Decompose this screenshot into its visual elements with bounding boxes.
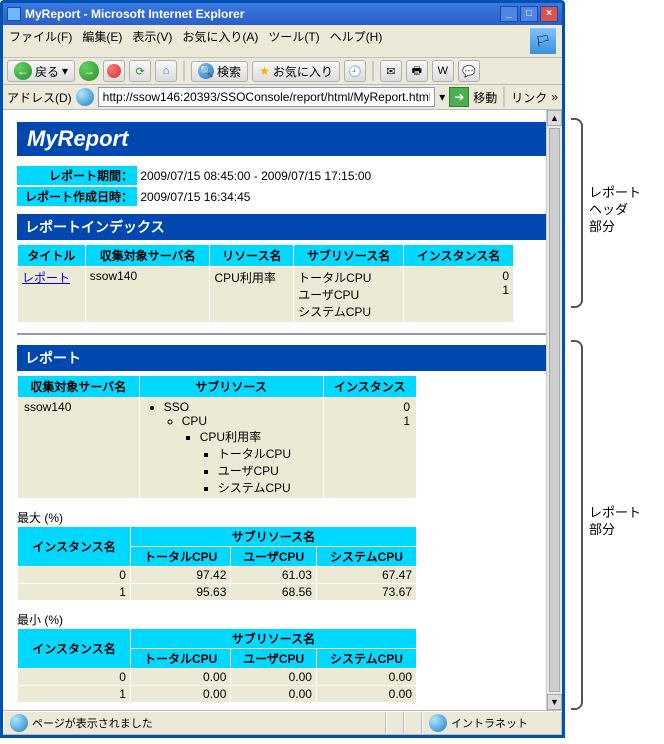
table-row: 195.6368.5673.67 (18, 584, 417, 601)
zone-icon (429, 714, 447, 732)
go-button[interactable]: ➔ (449, 87, 469, 107)
annotations: レポート ヘッダ 部分 レポート 部分 (565, 0, 655, 738)
address-input[interactable] (98, 87, 436, 107)
idx-h-title: タイトル (18, 245, 86, 267)
menu-favorites[interactable]: お気に入り(A) (182, 28, 258, 54)
discuss-button[interactable]: 💬 (458, 60, 480, 82)
maximize-button[interactable]: □ (520, 6, 538, 22)
sub-tree: SSO CPU CPU利用率 トータルCPU ユーザCPU システムCPU (139, 398, 323, 499)
idx-h-subresource: サブリソース名 (294, 245, 404, 267)
scroll-down-icon[interactable]: ▼ (547, 694, 562, 710)
chevron-right-icon: » (551, 90, 558, 104)
history-button[interactable]: 🕘 (344, 60, 366, 82)
sub-server: ssow140 (18, 398, 140, 499)
links-label[interactable]: リンク (511, 89, 547, 106)
index-heading: レポートインデックス (17, 214, 548, 240)
statusbar: ページが表示されました イントラネット (3, 710, 562, 735)
idx-subresources: トータルCPU ユーザCPU システムCPU (294, 267, 404, 323)
status-page-icon (10, 714, 28, 732)
brace-body (571, 340, 583, 710)
period-label: レポート期間： (17, 166, 137, 185)
menu-edit[interactable]: 編集(E) (82, 28, 122, 54)
report-link[interactable]: レポート (22, 271, 70, 285)
separator (17, 333, 548, 335)
ie-icon (7, 7, 21, 21)
status-text: ページが表示されました (32, 715, 153, 731)
go-label[interactable]: 移動 (473, 89, 497, 106)
idx-h-instance: インスタンス名 (403, 245, 513, 267)
idx-server: ssow140 (85, 267, 210, 323)
idx-resource: CPU利用率 (210, 267, 294, 323)
idx-h-resource: リソース名 (210, 245, 294, 267)
stop-button[interactable] (103, 60, 125, 82)
menu-help[interactable]: ヘルプ(H) (330, 28, 383, 54)
home-button[interactable]: ⌂ (155, 60, 177, 82)
toolbar: ←戻る▾ → ⟳ ⌂ 🔍検索 ★お気に入り 🕘 ✉ 🖶 W 💬 (3, 58, 562, 85)
chevron-down-icon: ▾ (62, 64, 68, 78)
browser-window: MyReport - Microsoft Internet Explorer _… (0, 0, 565, 738)
star-icon: ★ (259, 64, 270, 78)
close-button[interactable]: × (540, 6, 558, 22)
minimize-button[interactable]: _ (500, 6, 518, 22)
table-row: レポート ssow140 CPU利用率 トータルCPU ユーザCPU システムC… (18, 267, 514, 323)
favorites-button[interactable]: ★お気に入り (252, 61, 340, 82)
vertical-scrollbar[interactable]: ▲ ▼ (546, 110, 562, 710)
table-row: ssow140 SSO CPU CPU利用率 トータルCPU ユーザCPU シス… (18, 398, 417, 499)
window-title: MyReport - Microsoft Internet Explorer (25, 7, 244, 21)
favorites-label: お気に入り (273, 63, 333, 80)
brace-header (571, 118, 583, 308)
mail-button[interactable]: ✉ (380, 60, 402, 82)
edit-button[interactable]: W (432, 60, 454, 82)
idx-instances: 0 1 (403, 267, 513, 323)
anno-body: レポート 部分 (589, 505, 641, 539)
titlebar: MyReport - Microsoft Internet Explorer _… (3, 3, 562, 25)
menubar: ファイル(F) 編集(E) 表示(V) お気に入り(A) ツール(T) ヘルプ(… (3, 25, 562, 58)
min-block: 最小 (%) インスタンス名サブリソース名 トータルCPUユーザCPUシステムC… (17, 611, 548, 703)
forward-button[interactable]: → (79, 61, 99, 81)
zone-text: イントラネット (451, 715, 528, 731)
content-area: MyReport レポート期間： 2009/07/15 08:45:00 - 2… (3, 110, 562, 710)
report-title: MyReport (17, 122, 548, 156)
menu-view[interactable]: 表示(V) (132, 28, 172, 54)
period-value: 2009/07/15 08:45:00 - 2009/07/15 17:15:0… (140, 169, 371, 183)
refresh-button[interactable]: ⟳ (129, 60, 151, 82)
menu-file[interactable]: ファイル(F) (9, 28, 72, 54)
report-heading: レポート (17, 345, 548, 371)
scroll-up-icon[interactable]: ▲ (547, 110, 562, 126)
ie-flag-icon: 🏳 (530, 28, 556, 54)
created-value: 2009/07/15 16:34:45 (140, 190, 250, 204)
anno-header: レポート ヘッダ 部分 (589, 185, 641, 236)
created-label: レポート作成日時： (17, 187, 137, 206)
chevron-down-icon[interactable]: ▾ (439, 90, 445, 104)
index-table: タイトル 収集対象サーバ名 リソース名 サブリソース名 インスタンス名 レポート… (17, 244, 514, 323)
table-row: 10.000.000.00 (18, 686, 417, 703)
table-row: 00.000.000.00 (18, 669, 417, 686)
page-icon (76, 88, 94, 106)
idx-h-server: 収集対象サーバ名 (85, 245, 210, 267)
max-block: 最大 (%) インスタンス名サブリソース名 トータルCPUユーザCPUシステムC… (17, 509, 548, 601)
sub-table: 収集対象サーバ名 サブリソース インスタンス ssow140 SSO CPU C… (17, 375, 417, 499)
menu-tools[interactable]: ツール(T) (268, 28, 319, 54)
scroll-thumb[interactable] (549, 128, 560, 692)
address-label: アドレス(D) (7, 89, 72, 106)
search-button[interactable]: 🔍検索 (191, 61, 248, 82)
search-label: 検索 (217, 63, 241, 80)
back-label: 戻る (35, 63, 59, 80)
back-button[interactable]: ←戻る▾ (7, 60, 75, 82)
print-button[interactable]: 🖶 (406, 60, 428, 82)
sub-instances: 0 1 (323, 398, 416, 499)
table-row: 097.4261.0367.47 (18, 567, 417, 584)
address-bar: アドレス(D) ▾ ➔ 移動 リンク » (3, 85, 562, 110)
